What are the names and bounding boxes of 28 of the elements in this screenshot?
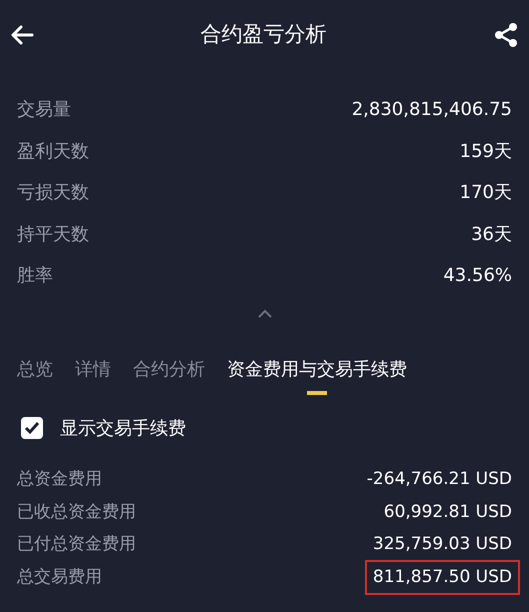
stat-label: 持平天数 — [17, 222, 89, 247]
fee-value: 60,992.81 USD — [384, 500, 512, 524]
stat-value: 170天 — [460, 181, 512, 206]
fee-value: -264,766.21 USD — [366, 468, 512, 491]
stat-value: 159天 — [460, 140, 512, 164]
stat-label: 胜率 — [17, 264, 53, 288]
stat-label: 亏损天数 — [17, 181, 89, 206]
highlighted-fee-value: 811,857.50 USD — [364, 560, 520, 595]
fee-label: 已付总资金费用 — [17, 533, 136, 556]
share-icon[interactable] — [493, 22, 519, 48]
tab[interactable]: 合约分析 — [133, 356, 205, 394]
checkbox[interactable] — [21, 417, 43, 439]
tab[interactable]: 详情 — [75, 356, 111, 394]
tab[interactable]: 总览 — [17, 356, 53, 394]
checkbox-label: 显示交易手续费 — [60, 416, 186, 440]
fee-value: 325,759.03 USD — [372, 533, 512, 556]
stat-label: 交易量 — [17, 98, 71, 122]
fee-label: 总交易费用 — [17, 566, 102, 588]
stat-label: 盈利天数 — [17, 140, 89, 164]
collapse-icon[interactable] — [258, 308, 272, 318]
fee-label: 总资金费用 — [17, 468, 102, 491]
stat-value: 36天 — [471, 222, 512, 247]
tab[interactable]: 资金费用与交易手续费 — [227, 356, 407, 394]
stat-value: 43.56% — [443, 264, 512, 288]
back-icon[interactable] — [10, 25, 34, 45]
fee-label: 已收总资金费用 — [17, 500, 136, 524]
stat-value: 2,830,815,406.75 — [352, 98, 512, 122]
page-title: 合约盈亏分析 — [200, 21, 326, 48]
